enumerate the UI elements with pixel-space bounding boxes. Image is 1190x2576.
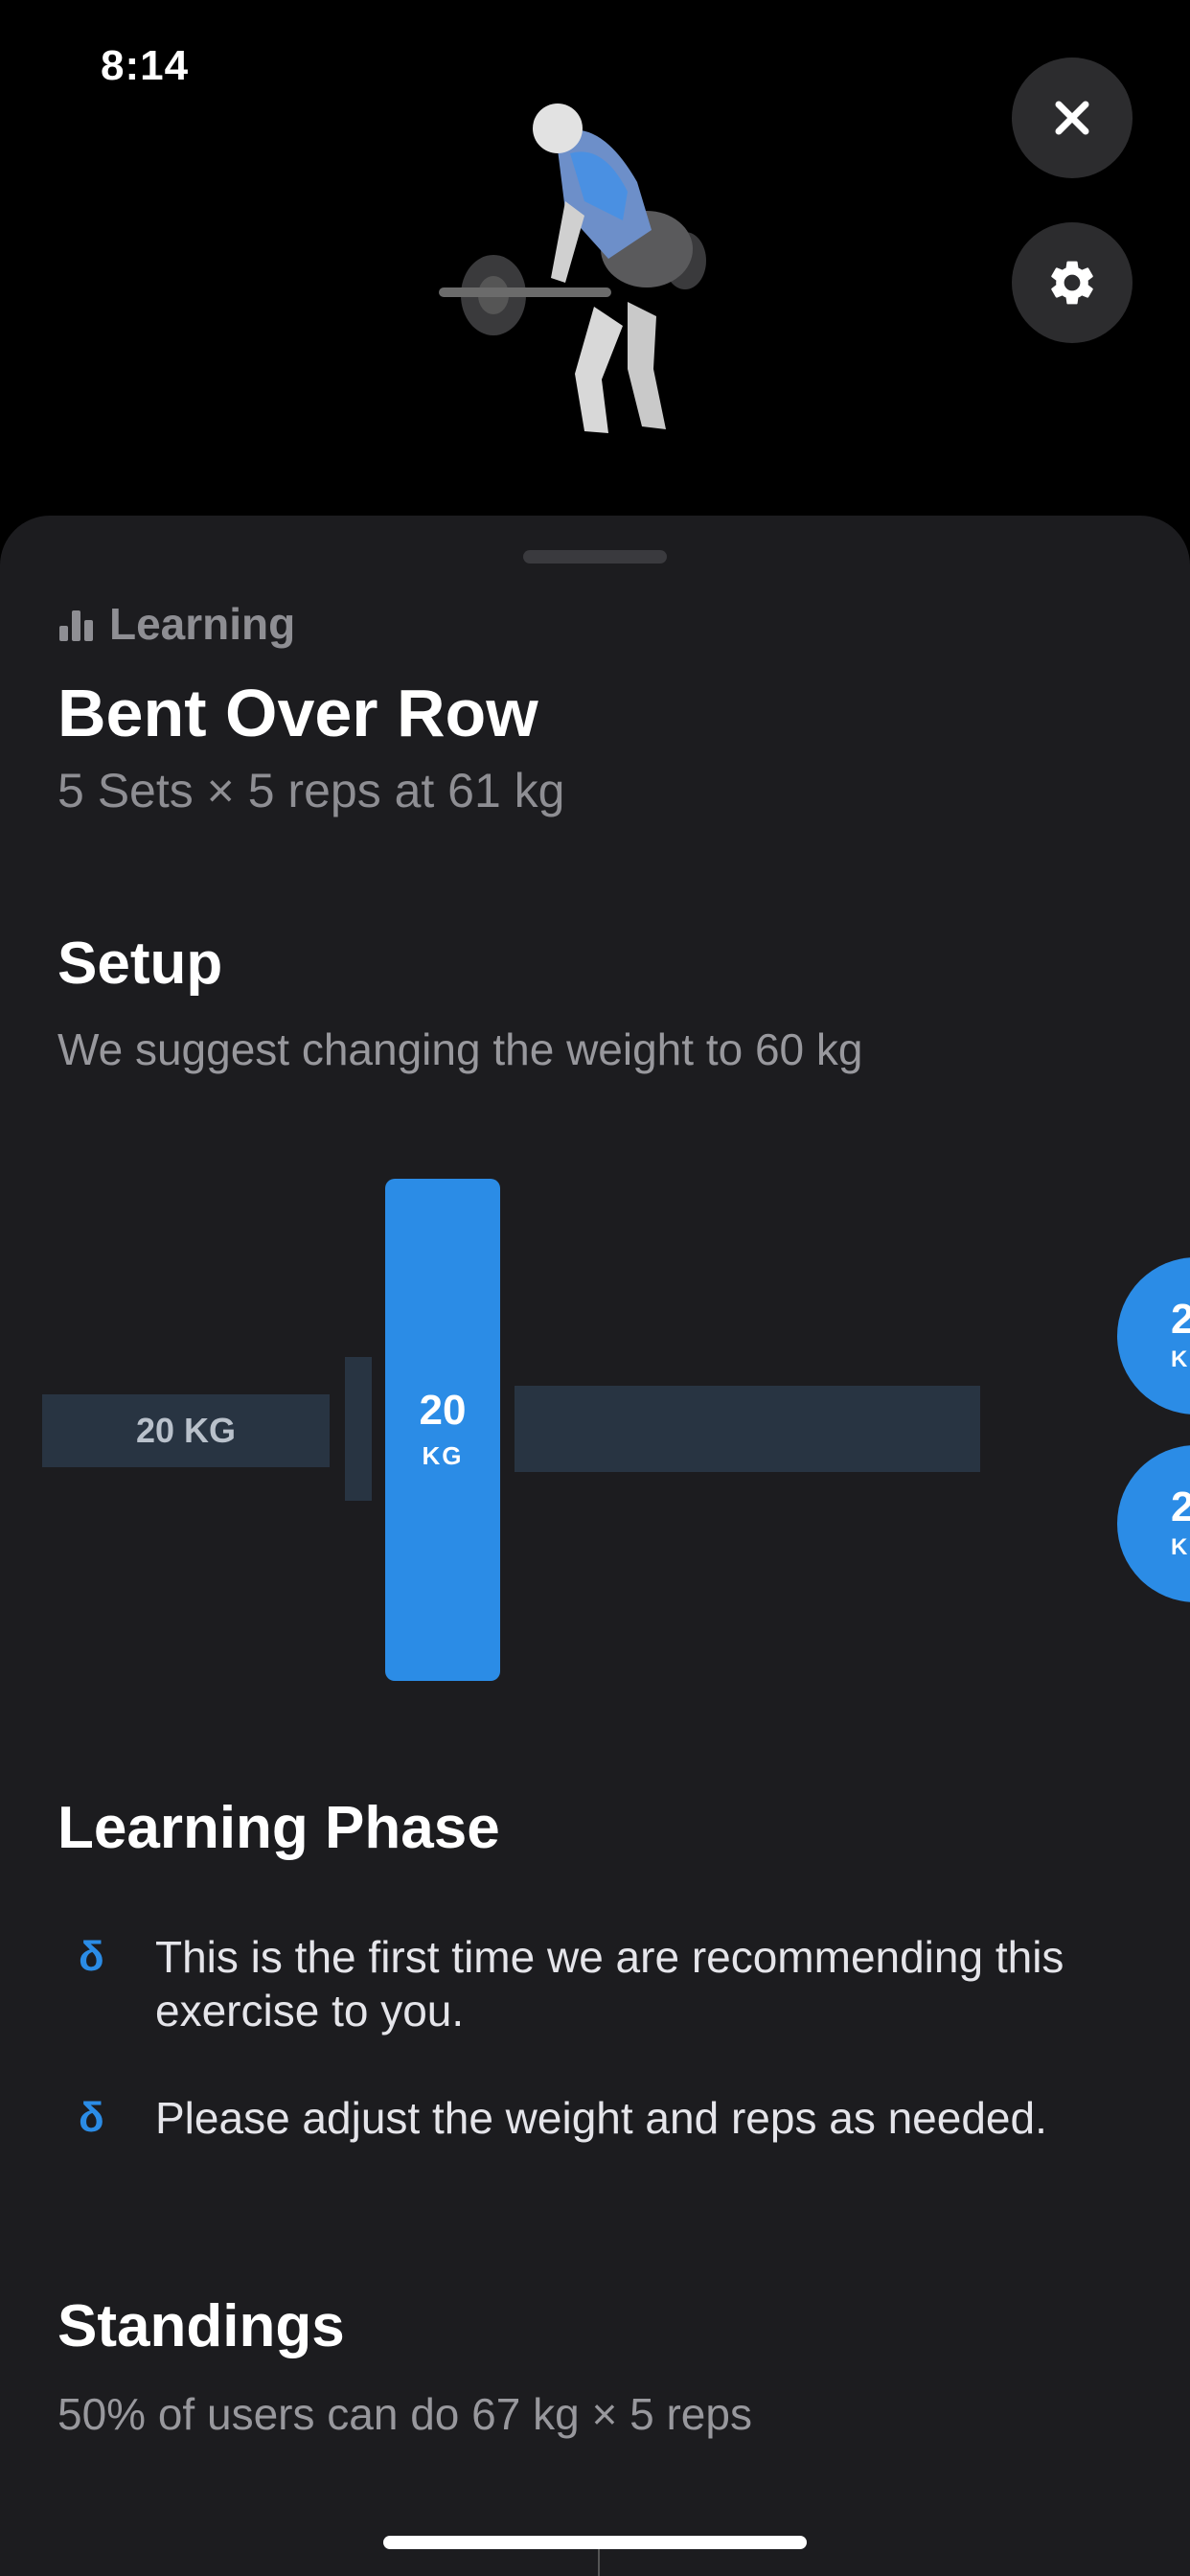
workout-screen: 8:14 Learning Bent Over Row 5 Sets × 5 r…	[0, 0, 1190, 2576]
bar-sleeve-right	[515, 1386, 980, 1472]
bullet-icon: δ	[79, 1933, 104, 1980]
list-item: δ This is the first time we are recommen…	[57, 1930, 1131, 2037]
plate-unit: KG	[422, 1440, 464, 1470]
bar-collar	[345, 1357, 372, 1501]
loaded-plate[interactable]: 20 KG	[385, 1179, 500, 1681]
bar-weight-label: 20 KG	[135, 1411, 237, 1450]
learning-phase-heading: Learning Phase	[57, 1795, 500, 1861]
barbell-loader[interactable]: 20 KG 20 KG	[0, 516, 1190, 1761]
status-time: 8:14	[101, 42, 190, 89]
bar-sleeve-left: 20 KG	[42, 1394, 330, 1467]
list-item-text: This is the first time we are recommendi…	[155, 1932, 1064, 2036]
home-divider	[598, 2549, 600, 2576]
standings-heading: Standings	[57, 2293, 345, 2359]
plate-weight: 2	[1171, 1296, 1190, 1343]
list-item: δ Please adjust the weight and reps as n…	[57, 2091, 1131, 2145]
standings-text: 50% of users can do 67 kg × 5 reps	[57, 2389, 752, 2439]
close-icon	[1055, 101, 1089, 135]
plate-weight: 20	[419, 1386, 467, 1434]
close-button[interactable]	[1012, 58, 1133, 178]
exercise-illustration	[439, 104, 706, 433]
plate-unit: K	[1171, 1534, 1188, 1560]
settings-button[interactable]	[1012, 222, 1133, 343]
gear-icon	[1051, 261, 1093, 305]
exercise-hero: 8:14	[0, 0, 1190, 518]
bullet-icon: δ	[79, 2094, 104, 2141]
plate-unit: K	[1171, 1346, 1188, 1372]
plate-weight: 2	[1171, 1484, 1190, 1530]
exercise-detail-sheet: Learning Bent Over Row 5 Sets × 5 reps a…	[0, 516, 1190, 2576]
home-indicator[interactable]	[383, 2536, 807, 2549]
list-item-text: Please adjust the weight and reps as nee…	[155, 2093, 1047, 2143]
